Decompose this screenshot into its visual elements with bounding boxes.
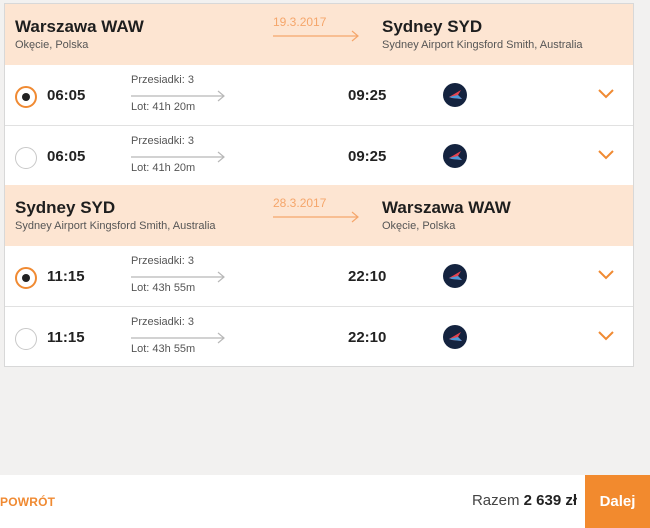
- total-value: 2 639 zł: [523, 492, 577, 509]
- departure-time: 11:15: [47, 268, 85, 285]
- chevron-down-icon[interactable]: [597, 269, 615, 280]
- flight-option-radio[interactable]: [15, 147, 37, 169]
- chevron-down-icon[interactable]: [597, 88, 615, 99]
- destination-city: Sydney SYD: [382, 17, 483, 36]
- stops-count: Przesiadki: 3: [131, 316, 194, 328]
- arrival-time: 09:25: [348, 148, 387, 165]
- airline-logo-icon: [443, 264, 467, 288]
- total-price: Razem 2 639 zł: [472, 492, 577, 509]
- flight-option-radio[interactable]: [15, 267, 37, 289]
- leg-header-outbound: Warszawa WAW Okęcie, Polska 19.3.2017 Sy…: [5, 4, 633, 65]
- stops-count: Przesiadki: 3: [131, 74, 194, 86]
- date-arrow-icon: [273, 211, 359, 223]
- flight-option-row[interactable]: 11:15 Przesiadki: 3 Lot: 43h 55m 22:10: [5, 246, 633, 306]
- flight-selection-card: Warszawa WAW Okęcie, Polska 19.3.2017 Sy…: [4, 3, 634, 367]
- origin-airport: Okęcie, Polska: [15, 39, 89, 51]
- destination-airport: Okęcie, Polska: [382, 220, 456, 232]
- flight-duration: Lot: 43h 55m: [131, 282, 196, 294]
- destination-airport: Sydney Airport Kingsford Smith, Australi…: [382, 39, 583, 51]
- flight-date: 28.3.2017: [273, 196, 327, 210]
- airline-logo-icon: [443, 83, 467, 107]
- origin-city: Sydney SYD: [15, 198, 116, 217]
- total-label: Razem: [471, 492, 524, 509]
- leg-header-return: Sydney SYD Sydney Airport Kingsford Smit…: [5, 185, 633, 246]
- origin-airport: Sydney Airport Kingsford Smith, Australi…: [15, 220, 216, 232]
- next-button[interactable]: Dalej: [585, 475, 650, 528]
- stops-count: Przesiadki: 3: [131, 135, 194, 147]
- flight-option-row[interactable]: 11:15 Przesiadki: 3 Lot: 43h 55m 22:10: [5, 306, 633, 366]
- airline-logo-icon: [443, 325, 467, 349]
- flight-option-row[interactable]: 06:05 Przesiadki: 3 Lot: 41h 20m 09:25: [5, 125, 633, 185]
- flight-date: 19.3.2017: [273, 15, 327, 29]
- back-button[interactable]: POWRÓT: [0, 495, 55, 509]
- origin-city: Warszawa WAW: [15, 17, 144, 36]
- chevron-down-icon[interactable]: [597, 149, 615, 160]
- arrival-time: 09:25: [348, 87, 387, 104]
- departure-time: 06:05: [47, 87, 86, 104]
- date-arrow-icon: [273, 30, 359, 42]
- arrival-time: 22:10: [348, 268, 387, 285]
- chevron-down-icon[interactable]: [597, 330, 615, 341]
- footer-bar: POWRÓT Razem 2 639 zł Dalej: [0, 475, 650, 528]
- destination-city: Warszawa WAW: [382, 198, 511, 217]
- flight-duration: Lot: 41h 20m: [131, 101, 196, 113]
- departure-time: 11:15: [47, 329, 85, 346]
- airline-logo-icon: [443, 144, 467, 168]
- flight-option-row[interactable]: 06:05 Przesiadki: 3 Lot: 41h 20m 09:25: [5, 65, 633, 125]
- flight-option-radio[interactable]: [15, 328, 37, 350]
- flight-option-radio[interactable]: [15, 86, 37, 108]
- departure-time: 06:05: [47, 148, 86, 165]
- stops-count: Przesiadki: 3: [131, 255, 194, 267]
- flight-duration: Lot: 43h 55m: [131, 343, 196, 355]
- arrival-time: 22:10: [348, 329, 387, 346]
- flight-duration: Lot: 41h 20m: [131, 162, 196, 174]
